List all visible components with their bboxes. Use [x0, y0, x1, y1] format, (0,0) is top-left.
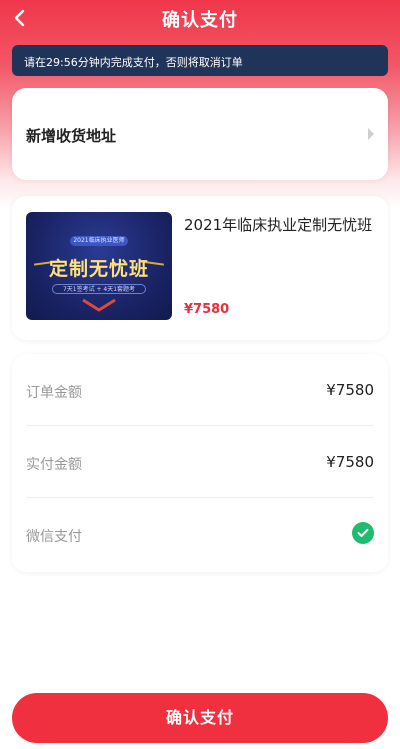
- paid-amount-value: ¥7580: [326, 453, 374, 471]
- order-amount-label: 订单金额: [26, 385, 82, 401]
- payment-method-label: 微信支付: [26, 529, 82, 545]
- order-amount-value: ¥7580: [326, 381, 374, 399]
- product-price: ¥7580: [184, 302, 230, 317]
- chevron-right-icon: [368, 128, 374, 140]
- add-address-card[interactable]: 新增收货地址: [12, 88, 388, 180]
- product-image-subtitle: 7天1签考试 + 4天1套题考: [52, 284, 146, 294]
- payment-countdown-notice: 请在29:56分钟内完成支付，否则将取消订单: [12, 45, 388, 76]
- confirm-payment-button[interactable]: 确认支付: [12, 693, 388, 743]
- order-amount-row: 订单金额 ¥7580: [26, 354, 374, 426]
- product-card: 2021临床执业医师 定制无忧班 7天1签考试 + 4天1套题考 2021年临床…: [12, 196, 388, 340]
- top-bar: 确认支付: [0, 0, 400, 36]
- add-address-label: 新增收货地址: [26, 127, 117, 145]
- payment-method-row[interactable]: 微信支付: [26, 498, 374, 570]
- chevron-down-icon: [82, 298, 116, 312]
- paid-amount-label: 实付金额: [26, 457, 82, 473]
- page-title: 确认支付: [162, 10, 238, 31]
- product-image-title: 定制无忧班: [48, 258, 149, 280]
- product-image: 2021临床执业医师 定制无忧班 7天1签考试 + 4天1套题考: [26, 212, 172, 320]
- product-title: 2021年临床执业定制无忧班: [184, 216, 373, 234]
- product-image-badge: 2021临床执业医师: [70, 236, 128, 246]
- payment-summary-card: 订单金额 ¥7580 实付金额 ¥7580 微信支付: [12, 354, 388, 572]
- paid-amount-row: 实付金额 ¥7580: [26, 426, 374, 498]
- check-circle-icon[interactable]: [352, 522, 374, 544]
